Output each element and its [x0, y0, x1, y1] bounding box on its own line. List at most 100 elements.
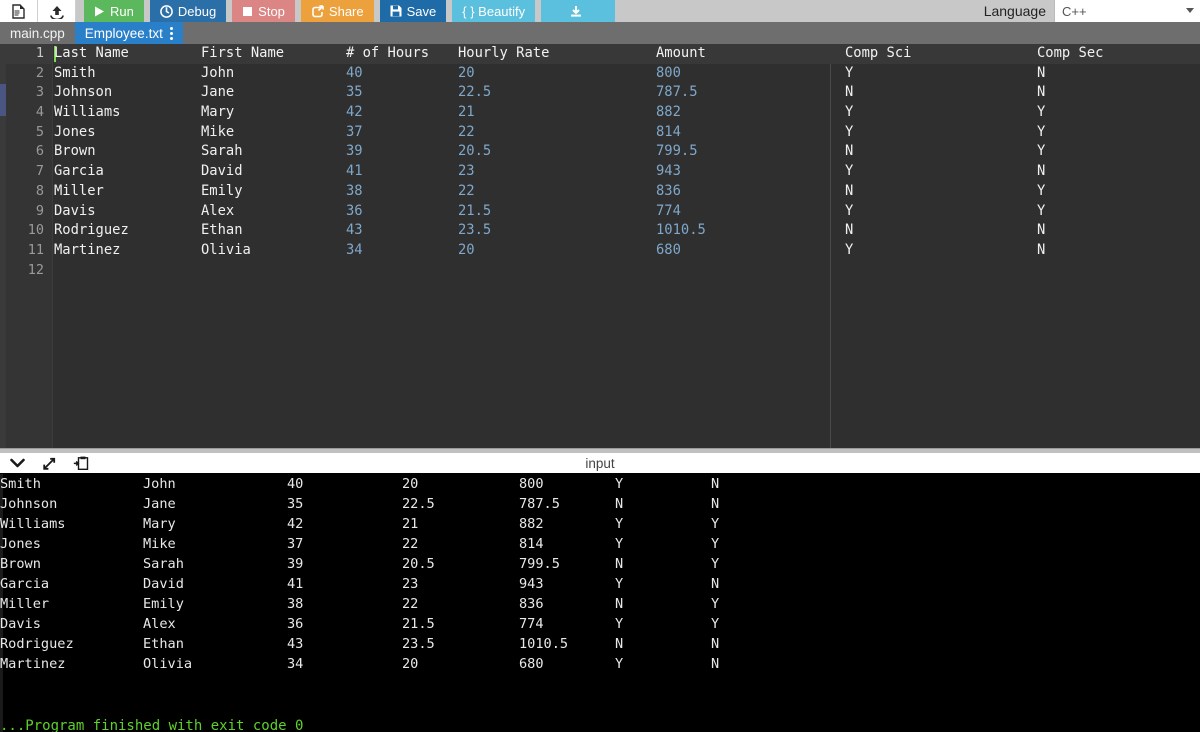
cell-comp-sci: N: [845, 182, 854, 199]
cell-last-name: Jones: [54, 123, 96, 140]
cell-last-name: Johnson: [54, 84, 113, 101]
editor-row: Davis Alex 36 21.5 774 Y Y: [54, 202, 1200, 222]
cell-comp-sec: Y: [1037, 123, 1046, 140]
console-cell-first-name: Emily: [143, 596, 184, 612]
upload-button[interactable]: [38, 0, 76, 22]
language-select[interactable]: C++: [1054, 0, 1200, 22]
ide-window: Run Debug Stop Share Save {} Beautify L…: [0, 0, 1200, 732]
cell-first-name: Ethan: [201, 222, 243, 239]
share-button[interactable]: Share: [300, 0, 374, 22]
run-label: Run: [110, 3, 134, 19]
console-row: Miller Emily 38 22 836 N Y: [0, 594, 1200, 614]
cell-comp-sci: Y: [845, 64, 854, 81]
line-number: 7: [35, 163, 44, 180]
console-cell-last-name: Brown: [0, 556, 41, 572]
tab-menu-icon[interactable]: [169, 26, 173, 40]
run-button[interactable]: Run: [84, 0, 144, 22]
upload-icon: [49, 4, 65, 19]
console-cell-rate: 23: [402, 576, 419, 592]
console-cell-amount: 800: [519, 476, 544, 492]
editor-empty-row: [54, 261, 1200, 281]
console-cell-rate: 21: [402, 516, 419, 532]
editor-header-comp-sci: Comp Sci: [845, 45, 912, 61]
debug-button[interactable]: Debug: [149, 0, 227, 22]
console-cell-last-name: Garcia: [0, 576, 50, 592]
console-cell-hours: 38: [287, 596, 304, 612]
share-label: Share: [328, 3, 364, 19]
console-output[interactable]: Smith John 40 20 800 Y N Johnson Jane 35…: [0, 474, 1200, 732]
console-cell-comp-sci: Y: [615, 476, 624, 492]
console-cell-amount: 799.5: [519, 556, 560, 572]
stop-button[interactable]: Stop: [232, 0, 295, 22]
console-cell-amount: 1010.5: [519, 636, 569, 652]
console-cell-comp-sec: N: [711, 636, 720, 652]
tab-label: main.cpp: [10, 25, 65, 41]
stop-label: Stop: [258, 3, 285, 19]
output-toolbar: [0, 454, 90, 472]
cell-hours: 41: [346, 163, 363, 180]
beautify-button[interactable]: { } Beautify: [452, 0, 536, 22]
cell-comp-sci: N: [845, 222, 854, 239]
console-cell-hours: 36: [287, 616, 304, 632]
cell-rate: 22: [458, 123, 475, 140]
editor-header-rate: Hourly Rate: [458, 45, 550, 61]
console-cell-last-name: Davis: [0, 616, 41, 632]
console-row: Rodriguez Ethan 43 23.5 1010.5 N N: [0, 634, 1200, 654]
editor-header-comp-sec: Comp Sec: [1037, 45, 1104, 61]
beautify-label: { } Beautify: [462, 3, 526, 19]
console-cell-comp-sec: N: [711, 496, 720, 512]
console-cell-last-name: Williams: [0, 516, 66, 532]
cell-hours: 38: [346, 182, 363, 199]
cell-last-name: Smith: [54, 64, 96, 81]
save-button[interactable]: Save: [379, 0, 447, 22]
console-cell-comp-sec: N: [711, 576, 720, 592]
expand-icon[interactable]: [40, 454, 58, 472]
console-cell-comp-sci: N: [615, 636, 624, 652]
paste-icon[interactable]: [72, 454, 90, 472]
console-cell-first-name: Ethan: [143, 636, 184, 652]
console-cell-amount: 774: [519, 616, 544, 632]
cell-comp-sec: N: [1037, 222, 1046, 239]
console-cell-rate: 20: [402, 476, 419, 492]
new-file-button[interactable]: [0, 0, 38, 22]
chevron-down-icon: [1186, 8, 1194, 13]
line-number: 9: [35, 202, 44, 219]
editor-row: Garcia David 41 23 943 Y N: [54, 162, 1200, 182]
cell-rate: 22.5: [458, 84, 492, 101]
cell-amount: 814: [656, 123, 681, 140]
console-cell-rate: 23.5: [402, 636, 435, 652]
cell-rate: 21.5: [458, 202, 492, 219]
console-cell-last-name: Rodriguez: [0, 636, 74, 652]
console-cell-hours: 43: [287, 636, 304, 652]
console-cell-hours: 40: [287, 476, 304, 492]
cell-comp-sec: Y: [1037, 202, 1046, 219]
code-editor[interactable]: 1 2 3 4 5 6 7 8 9 10 11 12 Last Name Fir…: [0, 44, 1200, 448]
cell-first-name: Olivia: [201, 241, 251, 258]
toolbar-gap: [76, 0, 84, 22]
chevron-down-icon[interactable]: [8, 454, 26, 472]
output-panel-title: input: [585, 455, 615, 471]
editor-row: Rodriguez Ethan 43 23.5 1010.5 N N: [54, 221, 1200, 241]
console-cell-comp-sec: Y: [711, 516, 720, 532]
console-cell-comp-sec: Y: [711, 556, 720, 572]
console-cell-comp-sci: Y: [615, 656, 624, 672]
download-button[interactable]: [541, 0, 616, 22]
main-toolbar: Run Debug Stop Share Save {} Beautify L…: [0, 0, 1200, 22]
cell-rate: 23: [458, 163, 475, 180]
line-number: 3: [35, 84, 44, 101]
editor-code-area[interactable]: Last Name First Name # of Hours Hourly R…: [54, 44, 1200, 448]
cell-first-name: Jane: [201, 84, 235, 101]
console-cell-amount: 814: [519, 536, 544, 552]
cell-amount: 799.5: [656, 143, 698, 160]
tab-employee-txt[interactable]: Employee.txt: [74, 22, 183, 44]
cell-last-name: Martinez: [54, 241, 121, 258]
output-panel-header: input: [0, 453, 1200, 474]
console-cell-rate: 21.5: [402, 616, 435, 632]
debug-circle-icon: [160, 4, 173, 18]
save-label: Save: [406, 3, 437, 19]
cell-last-name: Williams: [54, 104, 121, 121]
cell-last-name: Rodriguez: [54, 222, 129, 239]
editor-header-amount: Amount: [656, 45, 706, 61]
tab-main-cpp[interactable]: main.cpp: [0, 22, 75, 44]
console-cell-comp-sci: Y: [615, 576, 624, 592]
